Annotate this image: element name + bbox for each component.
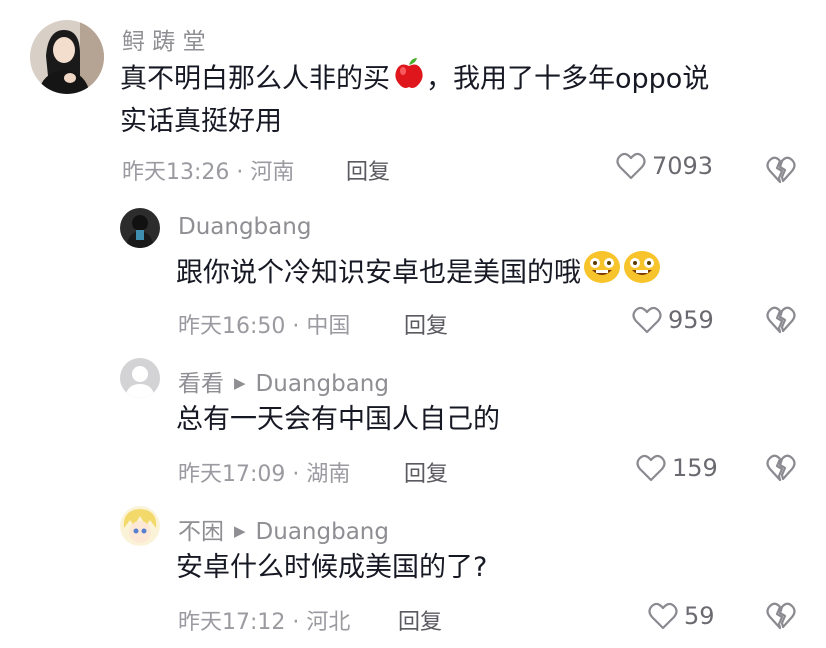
comment-text-part: 跟你说个冷知识安卓也是美国的哦 [176, 257, 581, 289]
like-count: 159 [672, 454, 718, 482]
comment-meta: 昨天16:50 · 中国 [178, 314, 351, 339]
comment-author-name[interactable]: 看看 [178, 371, 224, 397]
avatar[interactable] [30, 20, 104, 94]
grinning-face-icon [623, 250, 661, 298]
comment-meta: 昨天13:26 · 河南 [122, 160, 295, 185]
comment-text: 总有一天会有中国人自己的 [176, 404, 500, 435]
reply-button[interactable]: 回复 [404, 456, 448, 488]
heart-outline-icon [636, 454, 666, 482]
comment-author[interactable]: 不困 ▶ Duangbang [178, 512, 389, 546]
like-button[interactable]: 7093 [616, 152, 713, 180]
broken-heart-icon [766, 156, 796, 184]
like-button[interactable]: 59 [648, 602, 715, 630]
comment-text: 真不明白那么人非的买 ，我用了十多年oppo说 [120, 56, 709, 104]
reply-button[interactable]: 回复 [404, 308, 448, 340]
dislike-button[interactable] [766, 454, 796, 486]
heart-outline-icon [632, 306, 662, 334]
like-button[interactable]: 959 [632, 306, 714, 334]
like-count: 959 [668, 306, 714, 334]
avatar[interactable] [120, 208, 160, 248]
comment-text: 安卓什么时候成美国的了? [176, 552, 488, 583]
heart-outline-icon [648, 602, 678, 630]
red-apple-icon [392, 56, 426, 104]
comment-author[interactable]: 鲟 踌 堂 [122, 22, 206, 56]
dislike-button[interactable] [766, 156, 796, 188]
dislike-button[interactable] [766, 602, 796, 634]
triangle-right-icon: ▶ [234, 522, 246, 540]
like-count: 59 [684, 602, 715, 630]
comment-text-line: 实话真挺好用 [120, 106, 282, 137]
like-button[interactable]: 159 [636, 454, 718, 482]
comment-text: 跟你说个冷知识安卓也是美国的哦 [176, 250, 661, 298]
comment-text-part: ，我用了十多年oppo说 [426, 63, 710, 95]
avatar[interactable] [120, 358, 160, 398]
reply-button[interactable]: 回复 [346, 154, 390, 186]
reply-to-name[interactable]: Duangbang [256, 371, 389, 397]
triangle-right-icon: ▶ [234, 374, 246, 392]
comment-text-part: 真不明白那么人非的买 [120, 63, 390, 95]
reply-button[interactable]: 回复 [398, 604, 442, 636]
comment-meta: 昨天17:12 · 河北 [178, 610, 351, 635]
comment-author[interactable]: 看看 ▶ Duangbang [178, 364, 389, 398]
avatar[interactable] [120, 506, 160, 546]
comment-author-name[interactable]: 不困 [178, 519, 224, 545]
like-count: 7093 [652, 152, 714, 180]
broken-heart-icon [766, 454, 796, 482]
heart-outline-icon [616, 152, 646, 180]
broken-heart-icon [766, 602, 796, 630]
comment-meta: 昨天17:09 · 湖南 [178, 462, 351, 487]
comment-author[interactable]: Duangbang [178, 214, 311, 240]
grinning-face-icon [583, 250, 621, 298]
broken-heart-icon [766, 306, 796, 334]
dislike-button[interactable] [766, 306, 796, 338]
reply-to-name[interactable]: Duangbang [256, 519, 389, 545]
